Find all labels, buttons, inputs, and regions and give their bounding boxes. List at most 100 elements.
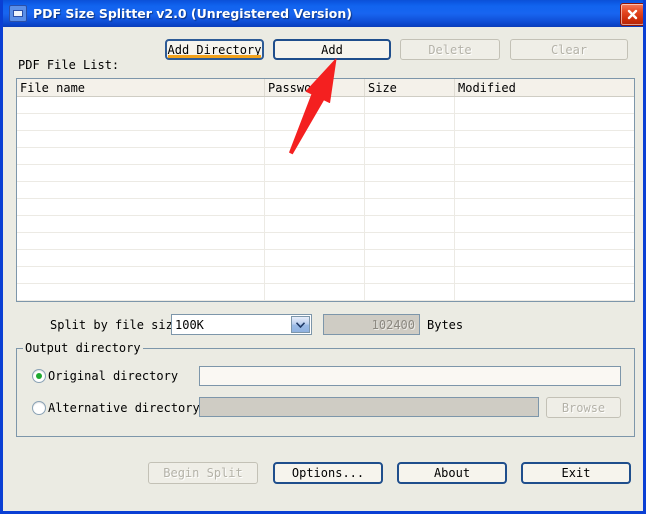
table-cell <box>365 216 455 232</box>
table-cell <box>265 199 365 215</box>
chevron-down-icon[interactable] <box>291 316 310 333</box>
radio-alternative-directory-indicator[interactable] <box>32 401 46 415</box>
table-cell <box>265 250 365 266</box>
begin-split-button-label: Begin Split <box>163 466 243 480</box>
table-cell <box>17 114 265 130</box>
table-cell <box>17 97 265 113</box>
radio-original-directory[interactable]: Original directory <box>32 369 178 383</box>
alternative-directory-input <box>199 397 539 417</box>
exit-button-label: Exit <box>561 466 591 480</box>
clear-button-label: Clear <box>550 42 588 57</box>
table-cell <box>455 233 634 249</box>
split-size-value: 100K <box>175 317 204 332</box>
radio-alternative-directory-label: Alternative directory <box>48 401 200 415</box>
table-cell <box>17 233 265 249</box>
table-row[interactable] <box>17 165 634 182</box>
bytes-unit-label: Bytes <box>427 318 464 332</box>
table-row[interactable] <box>17 131 634 148</box>
close-button[interactable] <box>620 3 643 26</box>
table-cell <box>17 216 265 232</box>
table-cell <box>265 97 365 113</box>
table-cell <box>365 182 455 198</box>
table-row[interactable] <box>17 114 634 131</box>
window-title: PDF Size Splitter v2.0 (Unregistered Ver… <box>33 6 352 21</box>
table-row[interactable] <box>17 233 634 250</box>
table-cell <box>365 97 455 113</box>
table-cell <box>17 284 265 300</box>
table-cell <box>17 165 265 181</box>
table-cell <box>365 148 455 164</box>
radio-original-directory-indicator[interactable] <box>32 369 46 383</box>
column-header-size[interactable]: Size <box>365 79 455 96</box>
table-cell <box>17 250 265 266</box>
browse-button-label: Browse <box>561 400 606 415</box>
delete-button: Delete <box>400 39 500 60</box>
table-cell <box>265 233 365 249</box>
add-directory-button-label: Add Directory <box>167 42 262 57</box>
application-window: PDF Size Splitter v2.0 (Unregistered Ver… <box>0 0 646 514</box>
table-cell <box>365 233 455 249</box>
exit-button[interactable]: Exit <box>521 462 631 484</box>
output-directory-group-title: Output directory <box>23 341 143 355</box>
split-bytes-field: 102400 <box>323 314 420 335</box>
table-cell <box>455 250 634 266</box>
table-row[interactable] <box>17 182 634 199</box>
delete-button-label: Delete <box>428 42 472 57</box>
table-cell <box>265 267 365 283</box>
clear-button: Clear <box>510 39 628 60</box>
add-directory-button[interactable]: Add Directory <box>165 39 264 60</box>
column-header-modified[interactable]: Modified <box>455 79 634 96</box>
about-button-label: About <box>433 466 471 480</box>
table-cell <box>455 267 634 283</box>
table-cell <box>455 284 634 300</box>
file-list-caption: PDF File List: <box>18 58 120 72</box>
table-cell <box>17 199 265 215</box>
table-cell <box>365 165 455 181</box>
column-header-file-name[interactable]: File name <box>17 79 265 96</box>
table-row[interactable] <box>17 250 634 267</box>
table-cell <box>455 165 634 181</box>
add-button[interactable]: Add <box>273 39 391 60</box>
table-row[interactable] <box>17 267 634 284</box>
file-list[interactable]: File name Password Size Modified <box>16 78 635 302</box>
split-size-label: Split by file size: <box>50 318 188 332</box>
table-cell <box>17 182 265 198</box>
original-directory-input[interactable] <box>199 366 621 386</box>
table-cell <box>365 199 455 215</box>
table-row[interactable] <box>17 199 634 216</box>
table-cell <box>17 267 265 283</box>
table-row[interactable] <box>17 216 634 233</box>
table-cell <box>265 148 365 164</box>
table-cell <box>365 131 455 147</box>
title-bar: PDF Size Splitter v2.0 (Unregistered Ver… <box>3 0 643 27</box>
table-cell <box>455 131 634 147</box>
options-button-label: Options... <box>291 466 365 480</box>
table-row[interactable] <box>17 97 634 114</box>
split-size-select[interactable]: 100K <box>171 314 312 335</box>
options-button[interactable]: Options... <box>273 462 383 484</box>
table-cell <box>265 131 365 147</box>
table-cell <box>265 284 365 300</box>
table-cell <box>365 284 455 300</box>
table-cell <box>265 165 365 181</box>
table-cell <box>265 216 365 232</box>
radio-original-directory-label: Original directory <box>48 369 179 383</box>
close-icon <box>627 9 638 20</box>
app-window-icon <box>9 5 27 22</box>
table-cell <box>17 131 265 147</box>
about-button[interactable]: About <box>397 462 507 484</box>
table-cell <box>365 114 455 130</box>
table-cell <box>265 114 365 130</box>
table-row[interactable] <box>17 148 634 165</box>
radio-alternative-directory[interactable]: Alternative directory <box>32 401 200 415</box>
table-cell <box>265 182 365 198</box>
table-cell <box>17 148 265 164</box>
table-cell <box>455 97 634 113</box>
file-list-header: File name Password Size Modified <box>17 79 634 97</box>
table-cell <box>455 182 634 198</box>
table-cell <box>455 148 634 164</box>
table-cell <box>365 267 455 283</box>
table-row[interactable] <box>17 284 634 301</box>
file-list-body[interactable] <box>17 97 634 301</box>
column-header-password[interactable]: Password <box>265 79 365 96</box>
